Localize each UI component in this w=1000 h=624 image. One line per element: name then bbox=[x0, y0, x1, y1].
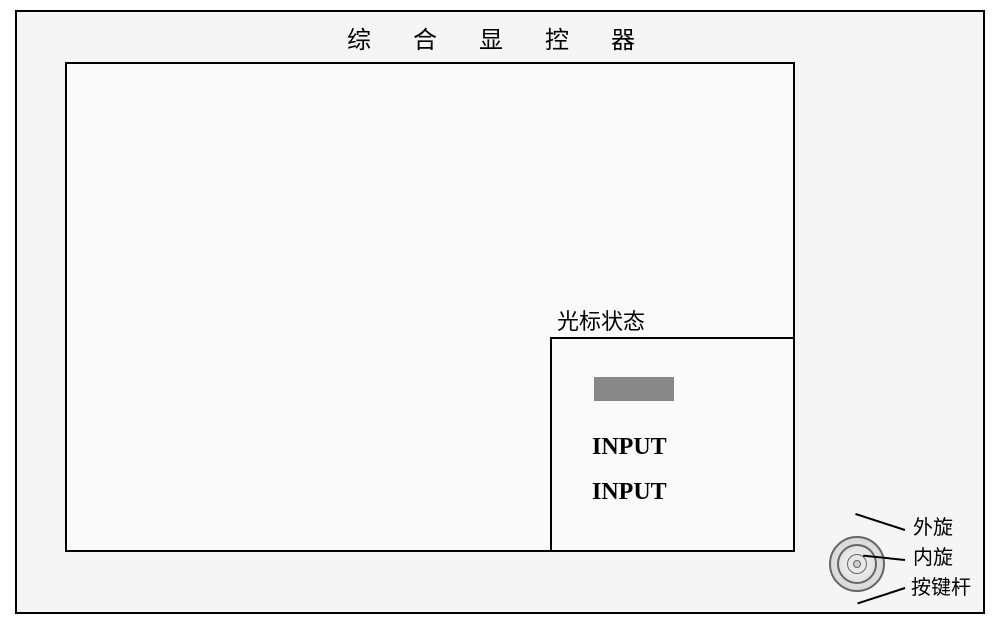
cursor-state-label: 光标状态 bbox=[557, 304, 645, 336]
label-outer-rotation: 外旋 bbox=[913, 511, 953, 540]
rotary-knob[interactable] bbox=[829, 536, 885, 592]
label-inner-rotation: 内旋 bbox=[913, 541, 953, 570]
screen-area: 光标状态 INPUT INPUT bbox=[65, 62, 795, 552]
device-title: 综 合 显 控 器 bbox=[17, 20, 983, 55]
outer-frame: 综 合 显 控 器 光标状态 INPUT INPUT 外旋 内旋 按键杆 bbox=[15, 10, 985, 614]
cursor-indicator bbox=[594, 377, 674, 401]
input-field-1[interactable]: INPUT bbox=[592, 434, 667, 461]
label-push-button: 按键杆 bbox=[911, 571, 971, 600]
leader-line-outer bbox=[855, 512, 905, 529]
input-field-2[interactable]: INPUT bbox=[592, 479, 667, 506]
input-panel: INPUT INPUT bbox=[550, 337, 795, 552]
knob-push-button[interactable] bbox=[853, 560, 861, 568]
